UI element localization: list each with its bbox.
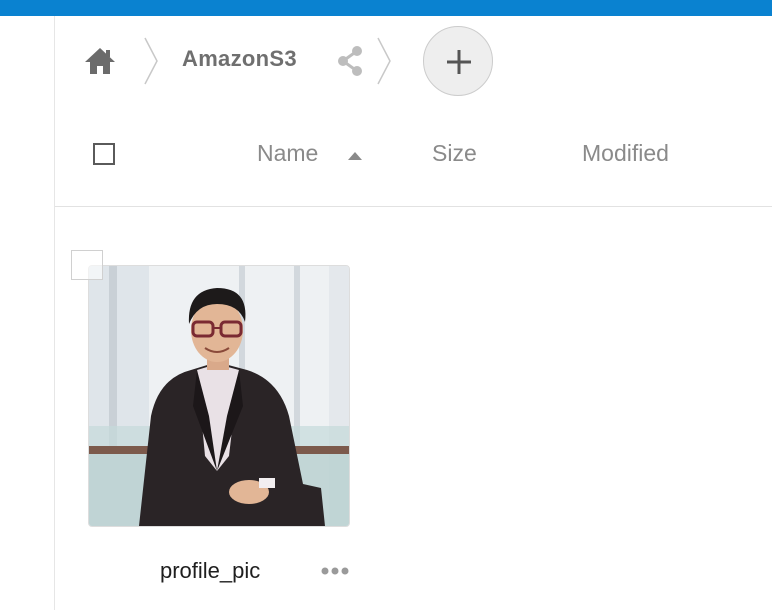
column-header-modified[interactable]: Modified: [582, 140, 669, 167]
home-icon[interactable]: [83, 46, 117, 76]
breadcrumb: AmazonS3: [55, 16, 772, 106]
file-tile[interactable]: profile_pic: [69, 248, 369, 598]
column-header-size[interactable]: Size: [432, 140, 477, 167]
top-accent-bar: [0, 0, 772, 16]
select-all-checkbox[interactable]: [93, 143, 115, 165]
left-rail: [0, 16, 55, 610]
breadcrumb-current-folder[interactable]: AmazonS3: [182, 46, 297, 72]
file-select-checkbox[interactable]: [71, 250, 103, 280]
file-name[interactable]: profile_pic: [160, 558, 260, 584]
breadcrumb-separator-icon: [377, 37, 391, 85]
breadcrumb-separator-icon: [144, 37, 158, 85]
sort-ascending-icon[interactable]: [347, 151, 363, 161]
plus-icon: [447, 50, 471, 74]
column-header-row: Name Size Modified: [55, 106, 772, 207]
more-horizontal-icon[interactable]: [320, 566, 350, 576]
file-thumbnail[interactable]: [88, 265, 350, 527]
file-browser: AmazonS3 Name Size Modified profile_pic: [55, 16, 772, 610]
profile-photo-image: [89, 266, 349, 526]
add-button[interactable]: [423, 26, 493, 96]
column-header-name[interactable]: Name: [257, 140, 318, 167]
share-icon[interactable]: [335, 44, 365, 78]
